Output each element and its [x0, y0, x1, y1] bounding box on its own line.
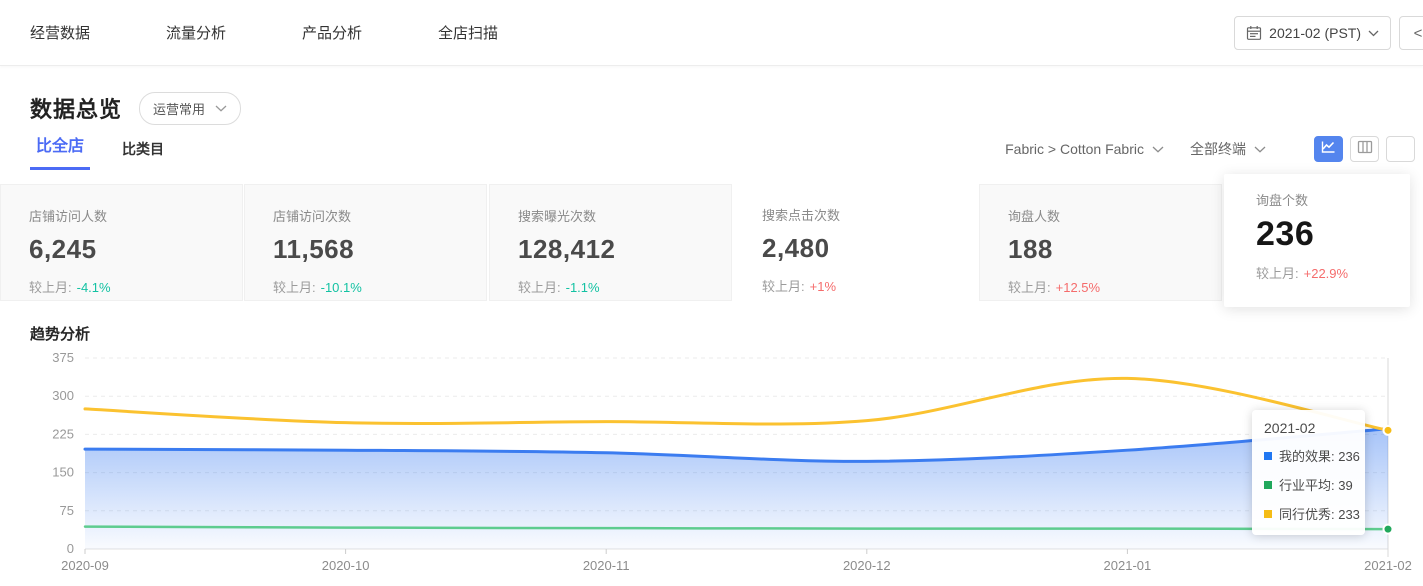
tab-vs-whole-store[interactable]: 比全店 — [30, 132, 90, 170]
top-nav: 经营数据 流量分析 产品分析 全店扫描 — [30, 22, 498, 43]
svg-text:2020-11: 2020-11 — [583, 558, 630, 573]
series-marker-industry — [1264, 481, 1272, 489]
card-value: 128,412 — [518, 234, 731, 265]
preset-dropdown[interactable]: 运营常用 — [139, 92, 241, 125]
tooltip-title: 2021-02 — [1264, 420, 1353, 436]
card-inquiry-count-selected[interactable]: 询盘个数 236 较上月:+22.9% — [1224, 174, 1410, 307]
chevron-left-glyph: < — [1414, 25, 1423, 42]
card-value: 6,245 — [29, 234, 242, 265]
card-search-clicks[interactable]: 搜索点击次数 2,480 较上月:+1% — [734, 184, 977, 301]
category-filter-label: Fabric > Cotton Fabric — [1005, 141, 1144, 157]
chevron-down-icon — [1254, 146, 1266, 153]
card-store-visitors[interactable]: 店铺访问人数 6,245 较上月:-4.1% — [0, 184, 243, 301]
terminal-filter-dropdown[interactable]: 全部终端 — [1190, 139, 1266, 159]
trend-chart: 0 75 150 225 300 375 2020-09 2020-10 2020-11 2020… — [0, 346, 1423, 586]
nav-item-business-data[interactable]: 经营数据 — [30, 22, 90, 43]
line-chart-icon — [1320, 139, 1337, 160]
trend-section-title: 趋势分析 — [30, 323, 1423, 344]
svg-text:300: 300 — [52, 388, 74, 403]
trend-chart-svg[interactable]: 0 75 150 225 300 375 2020-09 2020-10 2020-11 2020… — [0, 346, 1423, 586]
page-title: 数据总览 — [30, 92, 122, 124]
calendar-icon — [1246, 25, 1262, 41]
card-label: 店铺访问次数 — [273, 206, 486, 225]
card-change: 较上月:-1.1% — [518, 277, 731, 296]
card-inquiry-people[interactable]: 询盘人数 188 较上月:+12.5% — [979, 184, 1222, 301]
card-label: 搜索曝光次数 — [518, 206, 731, 225]
svg-text:2021-01: 2021-01 — [1104, 558, 1152, 573]
svg-text:2020-10: 2020-10 — [322, 558, 370, 573]
svg-text:225: 225 — [52, 426, 74, 441]
preset-dropdown-label: 运营常用 — [153, 99, 205, 118]
category-filter-dropdown[interactable]: Fabric > Cotton Fabric — [1005, 141, 1164, 157]
svg-text:2021-02: 2021-02 — [1364, 558, 1412, 573]
card-store-visits[interactable]: 店铺访问次数 11,568 较上月:-10.1% — [244, 184, 487, 301]
previous-month-button[interactable]: < — [1399, 16, 1423, 50]
card-value: 236 — [1256, 215, 1410, 254]
top-bar: 经营数据 流量分析 产品分析 全店扫描 2021-02 (PST) — [0, 0, 1423, 66]
series-marker-my — [1264, 452, 1272, 460]
card-search-impressions[interactable]: 搜索曝光次数 128,412 较上月:-1.1% — [489, 184, 732, 301]
chart-view-button[interactable] — [1314, 136, 1343, 162]
card-label: 搜索点击次数 — [762, 205, 977, 224]
chevron-down-icon — [1368, 30, 1379, 37]
nav-item-store-scan[interactable]: 全店扫描 — [438, 22, 498, 43]
svg-text:0: 0 — [67, 541, 74, 556]
chevron-down-icon — [1152, 146, 1164, 153]
tab-vs-category[interactable]: 比类目 — [116, 139, 170, 170]
card-change: 较上月:+1% — [762, 276, 977, 295]
chevron-down-icon — [215, 105, 227, 112]
svg-text:375: 375 — [52, 350, 74, 365]
card-change: 较上月:+22.9% — [1256, 263, 1410, 282]
card-label: 询盘人数 — [1008, 206, 1221, 225]
card-label: 询盘个数 — [1256, 190, 1410, 209]
nav-item-product-analysis[interactable]: 产品分析 — [302, 22, 362, 43]
tooltip-row: 同行优秀: 233 — [1264, 504, 1353, 523]
extra-view-button[interactable] — [1386, 136, 1415, 162]
tooltip-row: 行业平均: 39 — [1264, 475, 1353, 494]
svg-text:2020-12: 2020-12 — [843, 558, 891, 573]
table-columns-icon — [1357, 140, 1373, 159]
stat-cards-row: 店铺访问人数 6,245 较上月:-4.1% 店铺访问次数 11,568 较上月… — [0, 174, 1423, 311]
terminal-filter-label: 全部终端 — [1190, 139, 1246, 159]
nav-item-traffic-analysis[interactable]: 流量分析 — [166, 22, 226, 43]
card-value: 2,480 — [762, 233, 977, 264]
series-marker-peer — [1264, 510, 1272, 518]
svg-text:2020-09: 2020-09 — [61, 558, 109, 573]
card-value: 11,568 — [273, 234, 486, 265]
card-change: 较上月:-10.1% — [273, 277, 486, 296]
card-change: 较上月:-4.1% — [29, 277, 242, 296]
date-picker-label: 2021-02 (PST) — [1269, 25, 1361, 41]
card-value: 188 — [1008, 234, 1221, 265]
svg-text:75: 75 — [60, 503, 74, 518]
chart-tooltip: 2021-02 我的效果: 236 行业平均: 39 同行优秀: 233 — [1252, 410, 1365, 535]
tooltip-row: 我的效果: 236 — [1264, 446, 1353, 465]
date-picker-button[interactable]: 2021-02 (PST) — [1234, 16, 1391, 50]
table-view-button[interactable] — [1350, 136, 1379, 162]
card-change: 较上月:+12.5% — [1008, 277, 1221, 296]
svg-text:150: 150 — [52, 465, 74, 480]
card-label: 店铺访问人数 — [29, 206, 242, 225]
